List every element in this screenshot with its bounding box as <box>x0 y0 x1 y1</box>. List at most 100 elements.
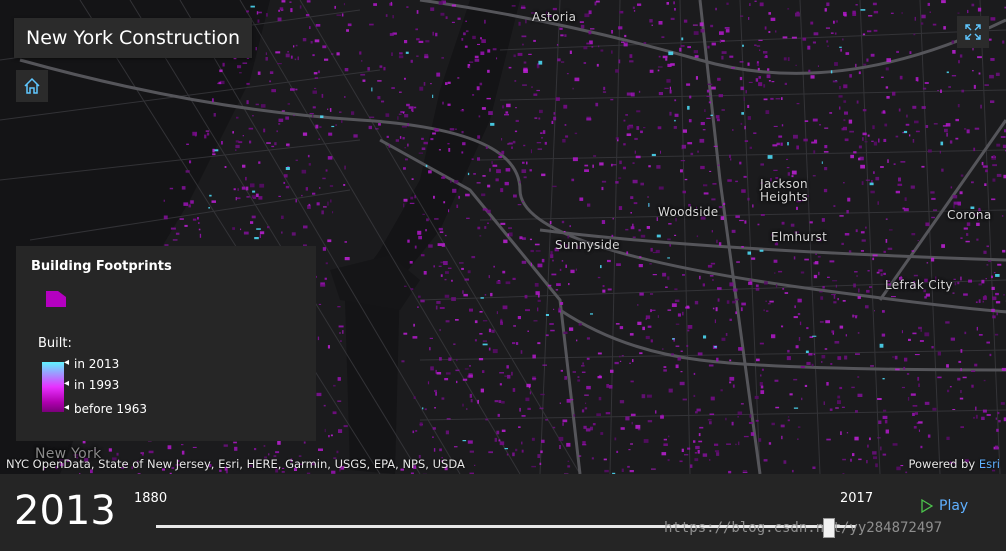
building-footprint <box>556 283 561 286</box>
building-footprint <box>419 422 423 427</box>
building-footprint <box>793 407 799 409</box>
building-footprint <box>211 200 216 203</box>
building-footprint <box>485 418 489 421</box>
building-footprint <box>755 287 760 291</box>
building-footprint <box>986 341 990 344</box>
building-footprint <box>997 411 1000 415</box>
building-footprint <box>445 430 449 435</box>
time-slider-handle[interactable] <box>823 518 836 538</box>
building-footprint <box>306 0 311 3</box>
building-footprint <box>696 408 701 412</box>
building-footprint <box>283 181 286 184</box>
building-footprint <box>445 372 451 375</box>
building-footprint <box>461 151 464 154</box>
building-footprint <box>830 70 833 74</box>
building-footprint <box>329 108 332 112</box>
building-footprint <box>462 142 466 146</box>
map-view[interactable]: New York Construction Astoria Jackson He… <box>0 0 1006 474</box>
building-footprint <box>327 201 329 206</box>
building-footprint <box>880 446 882 451</box>
building-footprint <box>882 415 888 419</box>
building-footprint <box>768 12 771 15</box>
building-footprint <box>256 11 259 15</box>
building-footprint <box>562 422 564 426</box>
building-footprint <box>950 186 953 189</box>
building-footprint <box>780 142 783 146</box>
building-footprint <box>941 244 945 248</box>
building-footprint <box>569 327 574 331</box>
building-footprint <box>710 396 715 401</box>
building-footprint <box>846 210 849 214</box>
building-footprint <box>709 170 712 172</box>
building-footprint <box>375 128 379 130</box>
building-footprint <box>966 233 969 236</box>
building-footprint <box>948 86 951 88</box>
building-footprint <box>732 300 736 304</box>
esri-link[interactable]: Esri <box>979 457 1000 471</box>
building-footprint <box>443 201 446 204</box>
building-footprint <box>565 135 569 138</box>
building-footprint <box>505 111 509 114</box>
building-footprint <box>791 36 797 39</box>
building-footprint <box>404 147 406 149</box>
building-footprint <box>621 41 625 43</box>
building-footprint <box>480 388 484 393</box>
building-footprint <box>747 251 751 255</box>
building-footprint <box>693 31 699 35</box>
fullscreen-button[interactable] <box>957 16 989 48</box>
building-footprint <box>451 21 455 23</box>
building-footprint <box>693 440 696 443</box>
building-footprint <box>221 141 223 145</box>
building-footprint <box>824 145 828 149</box>
building-footprint <box>526 161 528 165</box>
building-footprint <box>542 364 547 366</box>
home-button[interactable] <box>16 70 48 102</box>
building-footprint <box>700 165 705 170</box>
building-footprint <box>526 383 531 388</box>
building-footprint <box>192 131 197 136</box>
building-footprint <box>351 111 355 115</box>
building-footprint <box>519 407 521 412</box>
building-footprint <box>584 407 588 410</box>
building-footprint <box>252 190 256 193</box>
powered-by[interactable]: Powered by Esri <box>909 457 1001 471</box>
building-footprint <box>315 124 319 129</box>
building-footprint <box>778 135 783 138</box>
building-footprint <box>867 444 869 448</box>
building-footprint <box>263 445 266 447</box>
building-footprint <box>409 202 415 204</box>
building-footprint <box>698 433 701 437</box>
building-footprint <box>491 161 493 165</box>
building-footprint <box>875 176 880 181</box>
building-footprint <box>714 450 720 453</box>
building-footprint <box>669 86 671 90</box>
building-footprint <box>719 39 721 43</box>
building-footprint <box>837 298 839 301</box>
building-footprint <box>781 325 784 328</box>
building-footprint <box>553 116 557 121</box>
building-footprint <box>616 450 619 453</box>
building-footprint <box>504 181 509 186</box>
building-footprint <box>407 239 410 243</box>
building-footprint <box>878 138 880 143</box>
building-footprint <box>861 239 866 242</box>
building-footprint <box>441 243 445 247</box>
building-footprint <box>878 269 883 272</box>
building-footprint <box>497 413 500 417</box>
building-footprint <box>529 169 532 172</box>
building-footprint <box>663 438 667 441</box>
building-footprint <box>246 100 249 105</box>
building-footprint <box>740 403 744 405</box>
building-footprint <box>511 371 513 376</box>
building-footprint <box>782 288 785 290</box>
building-footprint <box>837 395 841 399</box>
building-footprint <box>778 270 783 273</box>
building-footprint <box>903 130 908 134</box>
building-footprint <box>700 29 705 33</box>
building-footprint <box>248 127 254 130</box>
building-footprint <box>619 160 622 165</box>
building-footprint <box>433 265 435 268</box>
building-footprint <box>596 413 601 416</box>
building-footprint <box>295 44 298 47</box>
play-button[interactable]: Play <box>921 498 968 514</box>
